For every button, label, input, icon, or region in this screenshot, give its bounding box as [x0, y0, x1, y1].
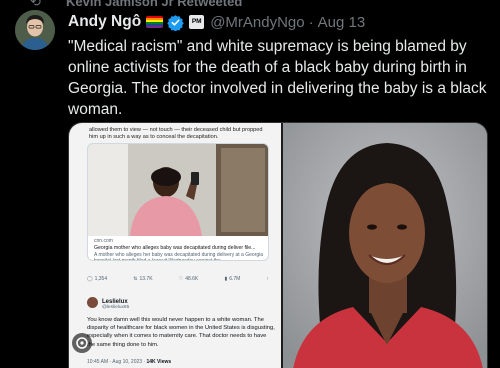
- author-name[interactable]: Andy Ngô: [68, 13, 141, 31]
- link-card: cnn.com Georgia mother who alleges baby …: [87, 143, 269, 261]
- verified-badge-icon[interactable]: [167, 14, 184, 31]
- tweet-text: "Medical racism" and white supremacy is …: [68, 38, 487, 118]
- tweet-header: Andy Ngô PM @MrAndyNgo · Aug 13: [68, 12, 365, 32]
- retweet-icon: ⟲: [30, 0, 41, 9]
- screenshot-metrics: ◯ 1,354 ⇅ 13.7K ♡ 48.6K ▮ 6.7M ↑: [87, 276, 269, 282]
- views-icon: ▮: [224, 276, 228, 282]
- metric-replies: ◯ 1,354: [87, 276, 108, 282]
- quote-text: You know damn well this would never happ…: [87, 317, 275, 348]
- media-portrait-photo[interactable]: [283, 123, 487, 368]
- quote-views: 14K Views: [146, 359, 172, 365]
- metric-reposts: ⇅ 13.7K: [133, 276, 153, 282]
- like-icon: ♡: [178, 276, 184, 282]
- reply-icon: ◯: [87, 276, 93, 282]
- repost-icon: ⇅: [133, 276, 138, 282]
- retweet-context: ⟲ Kevin Jamison Jr Retweeted: [0, 0, 500, 10]
- metric-likes: ♡ 48.6K: [178, 276, 199, 282]
- quote-timestamp: 10:45 AM · Aug 10, 2023 ·: [87, 359, 146, 365]
- link-card-photo: [88, 144, 268, 236]
- media-screenshot-image[interactable]: allowed them to view — not touch — their…: [69, 123, 281, 368]
- tweet-date[interactable]: Aug 13: [318, 14, 366, 31]
- link-card-snippet: A mother who alleges her baby was decapi…: [94, 252, 263, 261]
- quote-footer: 10:45 AM · Aug 10, 2023 · 14K Views: [87, 359, 171, 365]
- pride-flag-icon: [146, 16, 164, 28]
- share-icon: ↑: [266, 276, 269, 282]
- metric-views: ▮ 6.7M: [224, 276, 241, 282]
- tweet-media[interactable]: allowed them to view — not touch — their…: [68, 122, 488, 368]
- alt-badge[interactable]: [72, 333, 92, 353]
- quote-user: Leslielux @leslielux85: [87, 295, 130, 310]
- quote-user-handle: @leslielux85: [102, 305, 130, 310]
- separator-dot: ·: [308, 13, 314, 31]
- link-card-headline: Georgia mother who alleges baby was deca…: [94, 245, 256, 251]
- author-handle[interactable]: @MrAndyNgo: [210, 14, 304, 31]
- link-card-domain: cnn.com: [94, 238, 113, 244]
- screenshot-top-text: allowed them to view — not touch — their…: [89, 127, 263, 140]
- retweet-label[interactable]: Kevin Jamison Jr Retweeted: [66, 0, 242, 9]
- avatar[interactable]: [15, 10, 55, 50]
- quote-user-avatar: [87, 296, 98, 308]
- affiliate-badge-icon[interactable]: PM: [189, 15, 205, 29]
